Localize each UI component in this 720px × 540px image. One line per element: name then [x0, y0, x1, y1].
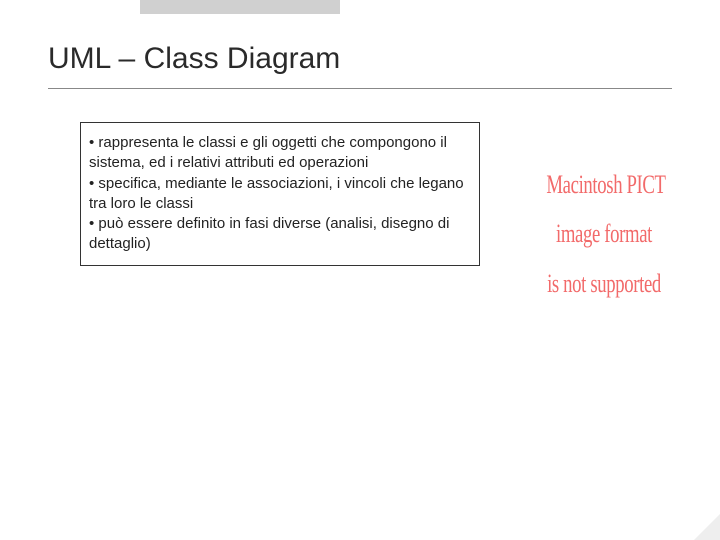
pict-line: image format: [546, 209, 661, 258]
top-accent-bar: [140, 0, 340, 14]
slide-title: UML – Class Diagram: [48, 42, 340, 76]
bullet-item: • rappresenta le classi e gli oggetti ch…: [89, 133, 471, 174]
pict-line: Macintosh PICT: [546, 160, 661, 209]
page-corner-fold-icon: [694, 514, 720, 540]
pict-placeholder: Macintosh PICT image format is not suppo…: [524, 160, 684, 308]
content-box: • rappresenta le classi e gli oggetti ch…: [80, 122, 480, 266]
bullet-item: • può essere definito in fasi diverse (a…: [89, 214, 471, 255]
pict-line: is not supported: [546, 259, 661, 308]
title-underline: [48, 88, 672, 89]
bullet-item: • specifica, mediante le associazioni, i…: [89, 174, 471, 215]
